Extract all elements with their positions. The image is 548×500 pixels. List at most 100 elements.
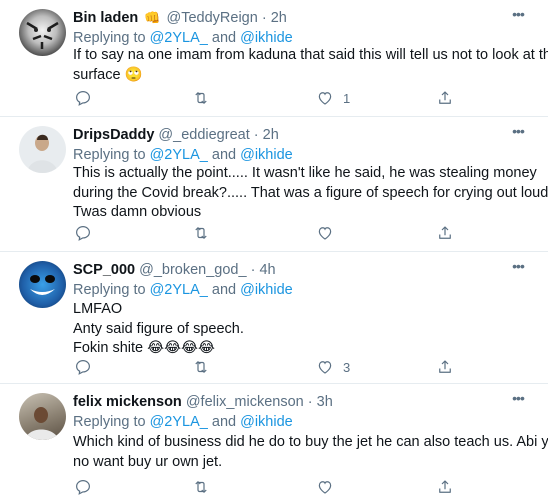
heart-icon — [318, 481, 332, 494]
tweet-text: Which kind of business did he do to buy … — [73, 433, 548, 472]
tweet-line: LMFAO — [73, 301, 123, 317]
display-name[interactable]: Bin laden — [73, 10, 138, 26]
tweet-header: Bin laden 👊 @TeddyReign · 2h — [73, 8, 287, 28]
tweet-header: felix mickenson @felix_mickenson · 3h — [73, 392, 333, 412]
heart-icon — [318, 92, 332, 105]
action-bar: 1 — [64, 86, 464, 110]
tweet-line: If to say na one imam from kaduna that s… — [73, 47, 548, 63]
separator-dot: · — [253, 127, 259, 143]
like-button[interactable] — [316, 221, 343, 245]
share-button[interactable] — [436, 355, 454, 379]
more-icon[interactable]: ••• — [508, 258, 528, 278]
reply-icon — [76, 360, 90, 375]
retweet-icon — [195, 227, 207, 239]
replying-to: Replying to @2YLA_ and @ikhide — [73, 281, 293, 300]
share-icon — [439, 91, 451, 104]
mention-link[interactable]: @ikhide — [240, 414, 293, 430]
timestamp[interactable]: 4h — [259, 262, 275, 278]
separator-dot: · — [250, 262, 256, 278]
tweet-2[interactable]: DripsDaddy @_eddiegreat · 2h ••• Replyin… — [0, 117, 548, 252]
retweet-icon — [195, 92, 207, 104]
replying-prefix: Replying to — [73, 30, 146, 46]
like-button[interactable] — [316, 475, 343, 499]
separator-dot: · — [307, 394, 313, 410]
action-bar — [64, 221, 464, 245]
more-icon[interactable]: ••• — [508, 390, 528, 410]
separator-dot: · — [261, 10, 267, 26]
replying-prefix: Replying to — [73, 147, 146, 163]
timestamp[interactable]: 2h — [263, 127, 279, 143]
like-button[interactable]: 3 — [316, 355, 350, 379]
retweet-icon — [195, 481, 207, 493]
tweet-text: If to say na one imam from kaduna that s… — [73, 46, 548, 85]
mention-link[interactable]: @ikhide — [240, 147, 293, 163]
tweet-header: SCP_000 @_broken_god_ · 4h — [73, 260, 276, 280]
mention-link[interactable]: @ikhide — [240, 30, 293, 46]
tweet-3[interactable]: SCP_000 @_broken_god_ · 4h ••• Replying … — [0, 252, 548, 384]
tweet-line: Which kind of business did he do to buy … — [73, 434, 548, 450]
retweet-button[interactable] — [192, 475, 219, 499]
retweet-button[interactable] — [192, 86, 219, 110]
share-button[interactable] — [436, 475, 454, 499]
share-button[interactable] — [436, 86, 454, 110]
tweet-line: Anty said figure of speech. — [73, 320, 244, 337]
reply-button[interactable] — [74, 475, 101, 499]
avatar[interactable] — [19, 261, 66, 308]
share-button[interactable] — [436, 221, 454, 245]
heart-icon — [318, 361, 332, 374]
display-name[interactable]: SCP_000 — [73, 262, 135, 278]
more-icon[interactable]: ••• — [508, 6, 528, 26]
display-name[interactable]: felix mickenson — [73, 394, 182, 410]
reply-button[interactable] — [74, 355, 101, 379]
handle[interactable]: @felix_mickenson — [186, 394, 304, 410]
share-icon — [439, 480, 451, 493]
reply-icon — [76, 480, 90, 495]
like-count: 3 — [343, 359, 351, 375]
replying-to: Replying to @2YLA_ and @ikhide — [73, 146, 293, 165]
and-text: and — [211, 282, 237, 298]
mention-link[interactable]: @2YLA_ — [150, 282, 208, 298]
reply-button[interactable] — [74, 86, 101, 110]
like-button[interactable]: 1 — [316, 86, 350, 110]
share-icon — [439, 360, 451, 373]
like-count: 1 — [343, 90, 351, 106]
tweet-text: LMFAO Anty said figure of speech. Fokin … — [73, 300, 533, 359]
tweet-line: This is actually the point..... It wasn'… — [73, 165, 537, 181]
mention-link[interactable]: @2YLA_ — [150, 414, 208, 430]
retweet-button[interactable] — [192, 355, 219, 379]
avatar[interactable] — [19, 126, 66, 173]
tweet-text: This is actually the point..... It wasn'… — [73, 164, 548, 223]
replying-to: Replying to @2YLA_ and @ikhide — [73, 413, 293, 432]
name-emoji: 👊 — [144, 10, 161, 25]
timestamp[interactable]: 3h — [317, 394, 333, 410]
tweet-header: DripsDaddy @_eddiegreat · 2h — [73, 125, 279, 145]
timestamp[interactable]: 2h — [271, 10, 287, 26]
mention-link[interactable]: @2YLA_ — [150, 147, 208, 163]
display-name[interactable]: DripsDaddy — [73, 127, 154, 143]
tweet-line: Twas damn obvious — [73, 204, 202, 220]
tweet-1[interactable]: Bin laden 👊 @TeddyReign · 2h ••• Replyin… — [0, 0, 548, 117]
mention-link[interactable]: @ikhide — [240, 282, 293, 298]
share-icon — [439, 226, 451, 239]
avatar[interactable] — [19, 393, 66, 440]
and-text: and — [211, 414, 237, 430]
tweet-4[interactable]: felix mickenson @felix_mickenson · 3h ••… — [0, 384, 548, 500]
mention-link[interactable]: @2YLA_ — [150, 30, 208, 46]
handle[interactable]: @_broken_god_ — [139, 262, 246, 278]
action-bar — [64, 475, 464, 499]
tweet-line: no want buy ur own jet. — [73, 453, 223, 470]
retweet-icon — [195, 361, 207, 373]
replying-prefix: Replying to — [73, 282, 146, 298]
replying-prefix: Replying to — [73, 414, 146, 430]
and-text: and — [211, 30, 237, 46]
more-icon[interactable]: ••• — [508, 123, 528, 143]
tweet-line: during the Covid break?..... That was a … — [73, 184, 548, 201]
and-text: and — [211, 147, 237, 163]
handle[interactable]: @TeddyReign — [167, 10, 258, 26]
reply-icon — [76, 91, 90, 106]
retweet-button[interactable] — [192, 221, 219, 245]
avatar[interactable] — [19, 9, 66, 56]
reply-button[interactable] — [74, 221, 101, 245]
handle[interactable]: @_eddiegreat — [158, 127, 249, 143]
reply-icon — [76, 226, 90, 241]
